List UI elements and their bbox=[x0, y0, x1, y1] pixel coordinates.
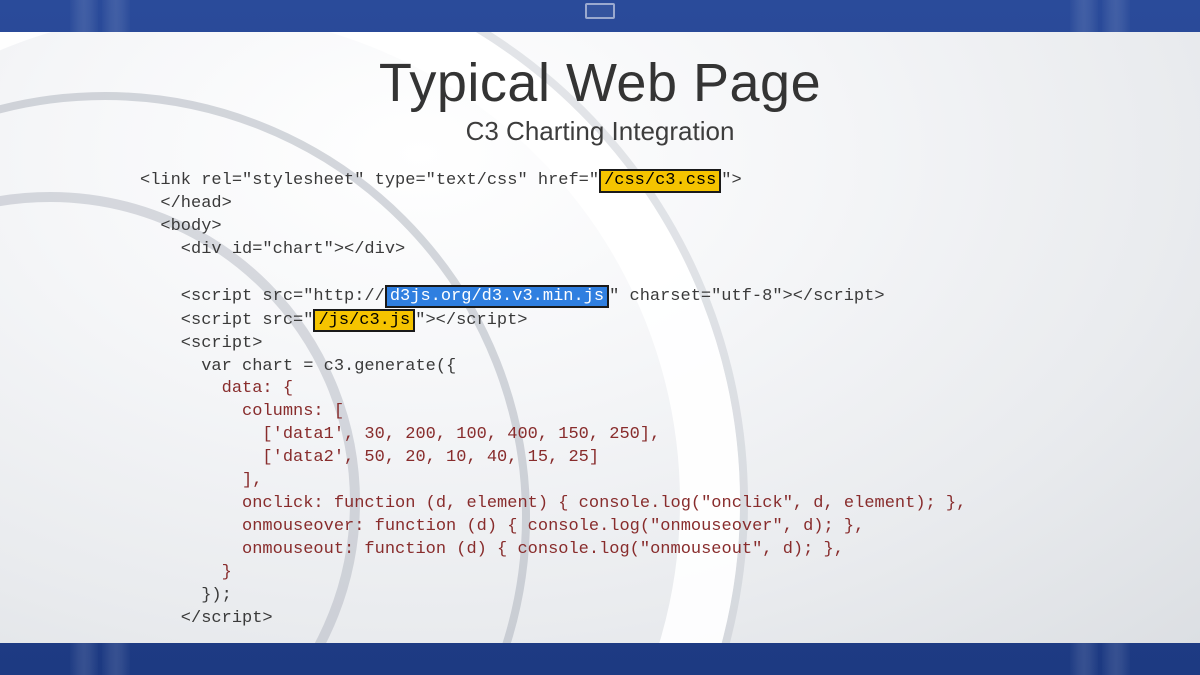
top-indicator bbox=[585, 3, 615, 19]
code-line: <script src="http://d3js.org/d3.v3.min.j… bbox=[140, 287, 885, 306]
code-line: onmouseout: function (d) { console.log("… bbox=[140, 540, 844, 559]
code-line: </script> bbox=[140, 609, 273, 628]
highlight-c3-js-path: /js/c3.js bbox=[313, 309, 415, 333]
code-line: <script> bbox=[140, 334, 262, 353]
code-line: onmouseover: function (d) { console.log(… bbox=[140, 517, 864, 536]
code-block: <link rel="stylesheet" type="text/css" h… bbox=[140, 169, 1200, 631]
highlight-css-path: /css/c3.css bbox=[599, 169, 721, 193]
code-line: ['data2', 50, 20, 10, 40, 15, 25] bbox=[140, 448, 599, 467]
code-line: <script src="/js/c3.js"></script> bbox=[140, 311, 527, 330]
slide-panel: Typical Web Page C3 Charting Integration… bbox=[0, 32, 1200, 643]
code-line: ['data1', 30, 200, 100, 400, 150, 250], bbox=[140, 425, 660, 444]
code-line: <link rel="stylesheet" type="text/css" h… bbox=[140, 171, 742, 190]
slide-stage: Typical Web Page C3 Charting Integration… bbox=[0, 0, 1200, 675]
code-line: data: { bbox=[140, 379, 293, 398]
code-line: onclick: function (d, element) { console… bbox=[140, 494, 966, 513]
code-line: </head> bbox=[140, 194, 232, 213]
code-line: var chart = c3.generate({ bbox=[140, 357, 456, 376]
code-line: <div id="chart"></div> bbox=[140, 240, 405, 259]
code-line: <body> bbox=[140, 217, 222, 236]
slide-title: Typical Web Page bbox=[0, 52, 1200, 114]
code-line: ], bbox=[140, 471, 262, 490]
code-line: columns: [ bbox=[140, 402, 344, 421]
code-line: } bbox=[140, 563, 232, 582]
code-line: }); bbox=[140, 586, 232, 605]
slide-subtitle: C3 Charting Integration bbox=[0, 116, 1200, 147]
slide-content: Typical Web Page C3 Charting Integration… bbox=[0, 32, 1200, 631]
highlight-d3-host: d3js.org/d3.v3.min.js bbox=[385, 285, 609, 309]
